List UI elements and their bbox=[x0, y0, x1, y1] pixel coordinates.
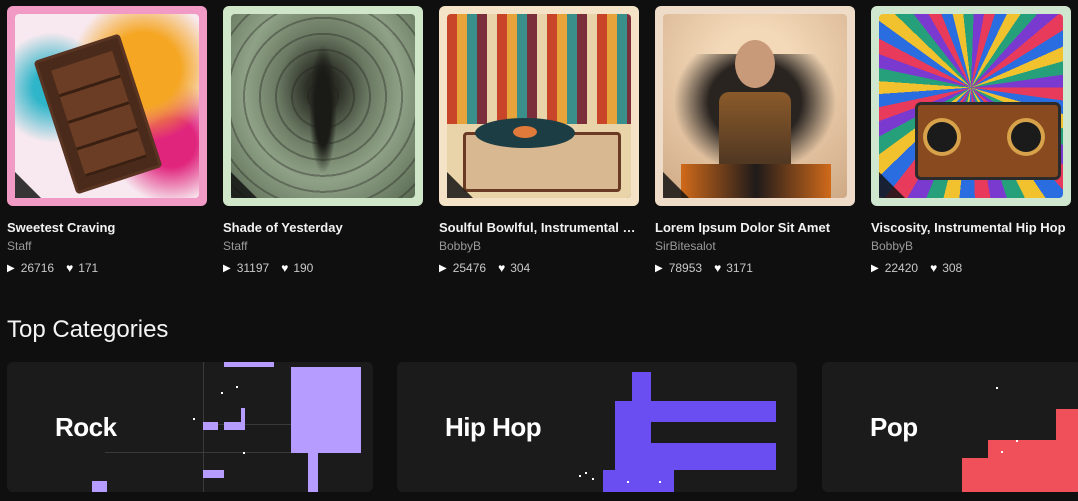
corner-fold bbox=[231, 172, 257, 198]
track-artist[interactable]: Staff bbox=[7, 239, 207, 253]
category-label: Pop bbox=[870, 412, 918, 442]
track-card[interactable]: Sweetest Craving Staff ▶ 26716 ♥ 171 bbox=[7, 6, 207, 275]
play-count: 25476 bbox=[452, 261, 487, 275]
track-title[interactable]: Soulful Bowlful, Instrumental Hi... bbox=[439, 220, 639, 235]
category-label: Hip Hop bbox=[445, 412, 542, 442]
play-count: 26716 bbox=[20, 261, 55, 275]
category-label: Rock bbox=[55, 412, 117, 442]
play-count: 78953 bbox=[668, 261, 703, 275]
decor-line bbox=[105, 452, 315, 453]
cover-art bbox=[447, 14, 631, 198]
cover-art bbox=[15, 14, 199, 198]
decor-block bbox=[92, 481, 107, 492]
play-icon: ▶ bbox=[655, 262, 663, 274]
track-artist[interactable]: Staff bbox=[223, 239, 423, 253]
track-artist[interactable]: BobbyB bbox=[439, 239, 639, 253]
play-count: 31197 bbox=[236, 261, 270, 275]
decor-dot bbox=[579, 475, 581, 477]
heart-icon[interactable]: ♥ bbox=[66, 261, 73, 275]
decor-block bbox=[203, 422, 218, 430]
decor-block bbox=[632, 372, 651, 402]
play-icon: ▶ bbox=[7, 262, 15, 274]
decor-dot bbox=[1016, 440, 1018, 442]
track-title[interactable]: Sweetest Craving bbox=[7, 220, 207, 235]
track-stats: ▶ 78953 ♥ 3171 bbox=[655, 261, 855, 275]
heart-icon[interactable]: ♥ bbox=[498, 261, 505, 275]
decor-dot bbox=[996, 387, 998, 389]
decor-block bbox=[224, 362, 274, 367]
decor-block bbox=[962, 458, 1078, 492]
decor-block bbox=[291, 367, 361, 453]
track-artist[interactable]: BobbyB bbox=[871, 239, 1071, 253]
track-title[interactable]: Viscosity, Instrumental Hip Hop bbox=[871, 220, 1071, 235]
heart-icon[interactable]: ♥ bbox=[930, 261, 937, 275]
decor-block bbox=[1056, 409, 1078, 440]
decor-dot bbox=[1001, 451, 1003, 453]
track-card[interactable]: Viscosity, Instrumental Hip Hop BobbyB ▶… bbox=[871, 6, 1071, 275]
track-card[interactable]: Soulful Bowlful, Instrumental Hi... Bobb… bbox=[439, 6, 639, 275]
decor-block bbox=[651, 443, 776, 470]
like-count: 304 bbox=[510, 261, 531, 275]
decor-dot bbox=[659, 481, 661, 483]
track-cover[interactable] bbox=[7, 6, 207, 206]
track-artist[interactable]: SirBitesalot bbox=[655, 239, 855, 253]
track-title[interactable]: Lorem Ipsum Dolor Sit Amet bbox=[655, 220, 855, 235]
like-count: 171 bbox=[78, 261, 99, 275]
cover-art bbox=[231, 14, 415, 198]
decor-block bbox=[308, 453, 318, 492]
section-title: Top Categories bbox=[7, 316, 169, 343]
category-card-pop[interactable]: Pop bbox=[822, 362, 1078, 492]
decor-dot bbox=[592, 478, 594, 480]
like-count: 190 bbox=[293, 261, 314, 275]
decor-block bbox=[603, 470, 674, 492]
like-count: 308 bbox=[942, 261, 963, 275]
heart-icon[interactable]: ♥ bbox=[714, 261, 721, 275]
play-icon: ▶ bbox=[871, 262, 879, 274]
decor-dot bbox=[243, 452, 245, 454]
track-stats: ▶ 31197 ♥ 190 bbox=[223, 261, 423, 275]
decor-block bbox=[615, 422, 651, 470]
track-stats: ▶ 26716 ♥ 171 bbox=[7, 261, 207, 275]
cover-art bbox=[663, 14, 847, 198]
track-stats: ▶ 25476 ♥ 304 bbox=[439, 261, 639, 275]
track-cover[interactable] bbox=[439, 6, 639, 206]
track-cover[interactable] bbox=[655, 6, 855, 206]
decor-dot bbox=[627, 481, 629, 483]
decor-dot bbox=[221, 392, 223, 394]
like-count: 3171 bbox=[726, 261, 753, 275]
track-cover[interactable] bbox=[871, 6, 1071, 206]
decor-dot bbox=[236, 386, 238, 388]
decor-dot bbox=[193, 418, 195, 420]
heart-icon[interactable]: ♥ bbox=[281, 261, 288, 275]
decor-block bbox=[988, 440, 1078, 458]
category-card-hiphop[interactable]: Hip Hop bbox=[397, 362, 797, 492]
category-card-rock[interactable]: Rock bbox=[7, 362, 373, 492]
track-card[interactable]: Lorem Ipsum Dolor Sit Amet SirBitesalot … bbox=[655, 6, 855, 275]
track-title[interactable]: Shade of Yesterday bbox=[223, 220, 423, 235]
corner-fold bbox=[447, 172, 473, 198]
play-icon: ▶ bbox=[223, 262, 231, 274]
play-icon: ▶ bbox=[439, 262, 447, 274]
decor-block bbox=[615, 401, 776, 422]
decor-block bbox=[203, 470, 224, 478]
track-grid: Sweetest Craving Staff ▶ 26716 ♥ 171 Sha… bbox=[7, 6, 1078, 276]
corner-fold bbox=[879, 172, 905, 198]
corner-fold bbox=[15, 172, 41, 198]
track-stats: ▶ 22420 ♥ 308 bbox=[871, 261, 1071, 275]
track-card[interactable]: Shade of Yesterday Staff ▶ 31197 ♥ 190 bbox=[223, 6, 423, 275]
decor-block bbox=[241, 408, 245, 430]
track-cover[interactable] bbox=[223, 6, 423, 206]
cover-art bbox=[879, 14, 1063, 198]
decor-dot bbox=[585, 472, 587, 474]
corner-fold bbox=[663, 172, 689, 198]
play-count: 22420 bbox=[884, 261, 919, 275]
